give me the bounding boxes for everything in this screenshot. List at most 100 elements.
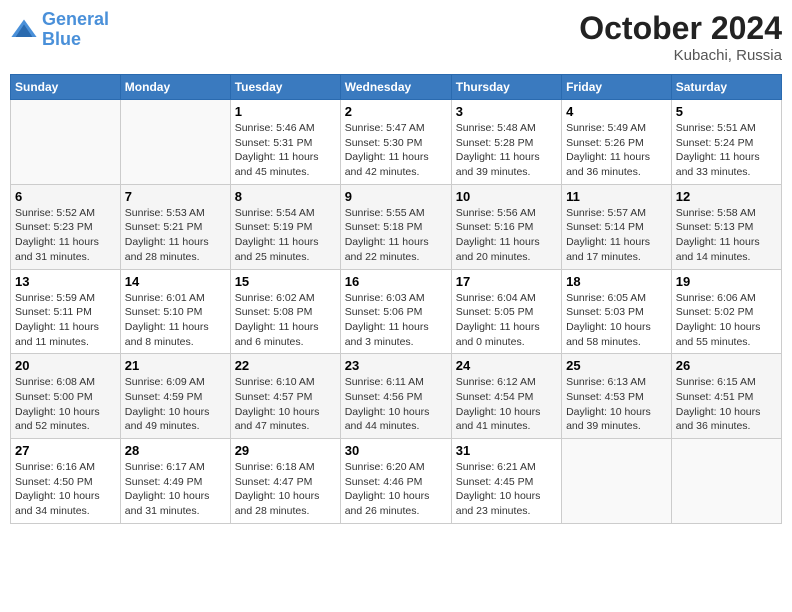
calendar-cell: 25 Sunrise: 6:13 AM Sunset: 4:53 PM Dayli… — [562, 354, 672, 439]
calendar-cell: 28 Sunrise: 6:17 AM Sunset: 4:49 PM Dayli… — [120, 439, 230, 524]
day-info: Sunrise: 6:09 AM Sunset: 4:59 PM Dayligh… — [125, 375, 226, 434]
day-info: Sunrise: 5:57 AM Sunset: 5:14 PM Dayligh… — [566, 206, 667, 265]
calendar-cell: 29 Sunrise: 6:18 AM Sunset: 4:47 PM Dayli… — [230, 439, 340, 524]
page-header: General Blue October 2024 Kubachi, Russi… — [10, 10, 782, 64]
day-number: 8 — [235, 189, 336, 204]
calendar-cell: 13 Sunrise: 5:59 AM Sunset: 5:11 PM Dayli… — [11, 269, 121, 354]
day-number: 11 — [566, 189, 667, 204]
day-number: 18 — [566, 274, 667, 289]
week-row-1: 1 Sunrise: 5:46 AM Sunset: 5:31 PM Daylig… — [11, 100, 782, 185]
calendar-cell: 14 Sunrise: 6:01 AM Sunset: 5:10 PM Dayli… — [120, 269, 230, 354]
day-info: Sunrise: 5:49 AM Sunset: 5:26 PM Dayligh… — [566, 121, 667, 180]
day-info: Sunrise: 6:11 AM Sunset: 4:56 PM Dayligh… — [345, 375, 447, 434]
day-info: Sunrise: 6:02 AM Sunset: 5:08 PM Dayligh… — [235, 291, 336, 350]
calendar-cell: 31Sunrise: 6:21 AM Sunset: 4:45 PM Dayli… — [451, 439, 561, 524]
calendar-cell: 4Sunrise: 5:49 AM Sunset: 5:26 PM Daylig… — [562, 100, 672, 185]
day-number: 26 — [676, 358, 777, 373]
day-number: 19 — [676, 274, 777, 289]
calendar-cell: 12 Sunrise: 5:58 AM Sunset: 5:13 PM Dayli… — [671, 184, 781, 269]
day-number: 2 — [345, 104, 447, 119]
calendar-cell — [562, 439, 672, 524]
day-number: 23 — [345, 358, 447, 373]
logo-text: General Blue — [42, 10, 109, 50]
day-number: 17 — [456, 274, 557, 289]
calendar-cell: 15 Sunrise: 6:02 AM Sunset: 5:08 PM Dayli… — [230, 269, 340, 354]
calendar-cell — [120, 100, 230, 185]
week-row-3: 13 Sunrise: 5:59 AM Sunset: 5:11 PM Dayli… — [11, 269, 782, 354]
weekday-header-saturday: Saturday — [671, 75, 781, 100]
calendar-table: SundayMondayTuesdayWednesdayThursdayFrid… — [10, 74, 782, 524]
calendar-cell: 21 Sunrise: 6:09 AM Sunset: 4:59 PM Dayli… — [120, 354, 230, 439]
day-info: Sunrise: 6:08 AM Sunset: 5:00 PM Dayligh… — [15, 375, 116, 434]
day-number: 14 — [125, 274, 226, 289]
day-info: Sunrise: 5:46 AM Sunset: 5:31 PM Dayligh… — [235, 121, 336, 180]
day-number: 25 — [566, 358, 667, 373]
weekday-header-thursday: Thursday — [451, 75, 561, 100]
day-number: 22 — [235, 358, 336, 373]
day-info: Sunrise: 5:58 AM Sunset: 5:13 PM Dayligh… — [676, 206, 777, 265]
day-number: 9 — [345, 189, 447, 204]
weekday-header-tuesday: Tuesday — [230, 75, 340, 100]
week-row-5: 27 Sunrise: 6:16 AM Sunset: 4:50 PM Dayli… — [11, 439, 782, 524]
day-number: 7 — [125, 189, 226, 204]
logo-icon — [10, 16, 38, 44]
day-info: Sunrise: 6:20 AM Sunset: 4:46 PM Dayligh… — [345, 460, 447, 519]
location: Kubachi, Russia — [579, 47, 782, 64]
month-title: October 2024 — [579, 10, 782, 47]
calendar-cell: 11 Sunrise: 5:57 AM Sunset: 5:14 PM Dayli… — [562, 184, 672, 269]
day-info: Sunrise: 6:15 AM Sunset: 4:51 PM Dayligh… — [676, 375, 777, 434]
day-number: 3 — [456, 104, 557, 119]
day-number: 28 — [125, 443, 226, 458]
day-info: Sunrise: 6:10 AM Sunset: 4:57 PM Dayligh… — [235, 375, 336, 434]
day-number: 12 — [676, 189, 777, 204]
day-info: Sunrise: 6:06 AM Sunset: 5:02 PM Dayligh… — [676, 291, 777, 350]
calendar-cell — [671, 439, 781, 524]
day-info: Sunrise: 6:13 AM Sunset: 4:53 PM Dayligh… — [566, 375, 667, 434]
day-info: Sunrise: 6:01 AM Sunset: 5:10 PM Dayligh… — [125, 291, 226, 350]
day-info: Sunrise: 6:18 AM Sunset: 4:47 PM Dayligh… — [235, 460, 336, 519]
day-number: 29 — [235, 443, 336, 458]
title-block: October 2024 Kubachi, Russia — [579, 10, 782, 64]
day-info: Sunrise: 6:03 AM Sunset: 5:06 PM Dayligh… — [345, 291, 447, 350]
weekday-header-row: SundayMondayTuesdayWednesdayThursdayFrid… — [11, 75, 782, 100]
day-info: Sunrise: 5:59 AM Sunset: 5:11 PM Dayligh… — [15, 291, 116, 350]
day-number: 1 — [235, 104, 336, 119]
day-info: Sunrise: 5:48 AM Sunset: 5:28 PM Dayligh… — [456, 121, 557, 180]
calendar-cell: 19 Sunrise: 6:06 AM Sunset: 5:02 PM Dayli… — [671, 269, 781, 354]
calendar-cell: 23 Sunrise: 6:11 AM Sunset: 4:56 PM Dayli… — [340, 354, 451, 439]
day-number: 21 — [125, 358, 226, 373]
day-info: Sunrise: 5:51 AM Sunset: 5:24 PM Dayligh… — [676, 121, 777, 180]
calendar-cell: 26 Sunrise: 6:15 AM Sunset: 4:51 PM Dayli… — [671, 354, 781, 439]
day-number: 20 — [15, 358, 116, 373]
calendar-cell: 24 Sunrise: 6:12 AM Sunset: 4:54 PM Dayli… — [451, 354, 561, 439]
day-info: Sunrise: 6:16 AM Sunset: 4:50 PM Dayligh… — [15, 460, 116, 519]
day-number: 13 — [15, 274, 116, 289]
calendar-cell: 18 Sunrise: 6:05 AM Sunset: 5:03 PM Dayli… — [562, 269, 672, 354]
day-number: 10 — [456, 189, 557, 204]
day-number: 16 — [345, 274, 447, 289]
calendar-cell: 16 Sunrise: 6:03 AM Sunset: 5:06 PM Dayli… — [340, 269, 451, 354]
calendar-cell: 3 Sunrise: 5:48 AM Sunset: 5:28 PM Daylig… — [451, 100, 561, 185]
day-info: Sunrise: 6:04 AM Sunset: 5:05 PM Dayligh… — [456, 291, 557, 350]
weekday-header-friday: Friday — [562, 75, 672, 100]
day-info: Sunrise: 6:05 AM Sunset: 5:03 PM Dayligh… — [566, 291, 667, 350]
day-info: Sunrise: 5:56 AM Sunset: 5:16 PM Dayligh… — [456, 206, 557, 265]
day-info: Sunrise: 6:12 AM Sunset: 4:54 PM Dayligh… — [456, 375, 557, 434]
calendar-cell: 7 Sunrise: 5:53 AM Sunset: 5:21 PM Daylig… — [120, 184, 230, 269]
day-info: Sunrise: 5:53 AM Sunset: 5:21 PM Dayligh… — [125, 206, 226, 265]
weekday-header-sunday: Sunday — [11, 75, 121, 100]
calendar-cell: 27 Sunrise: 6:16 AM Sunset: 4:50 PM Dayli… — [11, 439, 121, 524]
day-number: 15 — [235, 274, 336, 289]
calendar-cell: 22 Sunrise: 6:10 AM Sunset: 4:57 PM Dayli… — [230, 354, 340, 439]
calendar-cell: 9Sunrise: 5:55 AM Sunset: 5:18 PM Daylig… — [340, 184, 451, 269]
day-number: 31 — [456, 443, 557, 458]
day-info: Sunrise: 6:17 AM Sunset: 4:49 PM Dayligh… — [125, 460, 226, 519]
day-info: Sunrise: 5:54 AM Sunset: 5:19 PM Dayligh… — [235, 206, 336, 265]
day-number: 24 — [456, 358, 557, 373]
calendar-cell: 10 Sunrise: 5:56 AM Sunset: 5:16 PM Dayli… — [451, 184, 561, 269]
week-row-2: 6Sunrise: 5:52 AM Sunset: 5:23 PM Daylig… — [11, 184, 782, 269]
weekday-header-monday: Monday — [120, 75, 230, 100]
day-number: 6 — [15, 189, 116, 204]
calendar-cell: 8 Sunrise: 5:54 AM Sunset: 5:19 PM Daylig… — [230, 184, 340, 269]
day-number: 27 — [15, 443, 116, 458]
